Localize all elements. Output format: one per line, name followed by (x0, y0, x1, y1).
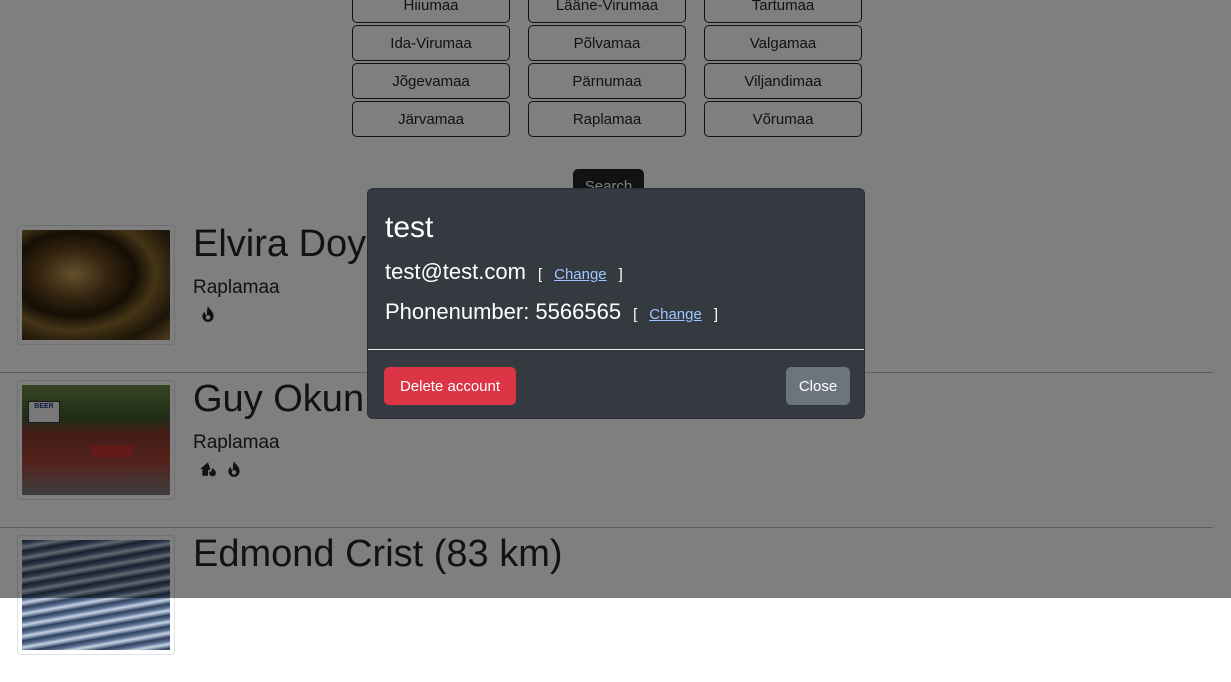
change-email-link[interactable]: Change (554, 266, 607, 283)
bracket-open: [ (633, 306, 638, 323)
phone-value: Phonenumber: 5566565 (385, 299, 622, 324)
modal-divider (368, 349, 864, 350)
bracket-close: ] (618, 266, 623, 283)
email-value: test@test.com (385, 259, 526, 284)
close-button[interactable]: Close (786, 367, 850, 405)
delete-account-button[interactable]: Delete account (384, 367, 516, 405)
phone-row: Phonenumber: 5566565 [ Change ] (385, 299, 730, 325)
account-modal: test test@test.com [ Change ] Phonenumbe… (367, 188, 865, 419)
change-phone-link[interactable]: Change (649, 306, 702, 323)
modal-title: test (385, 211, 434, 244)
email-row: test@test.com [ Change ] (385, 259, 635, 285)
bracket-close: ] (713, 306, 718, 323)
bracket-open: [ (537, 266, 543, 283)
